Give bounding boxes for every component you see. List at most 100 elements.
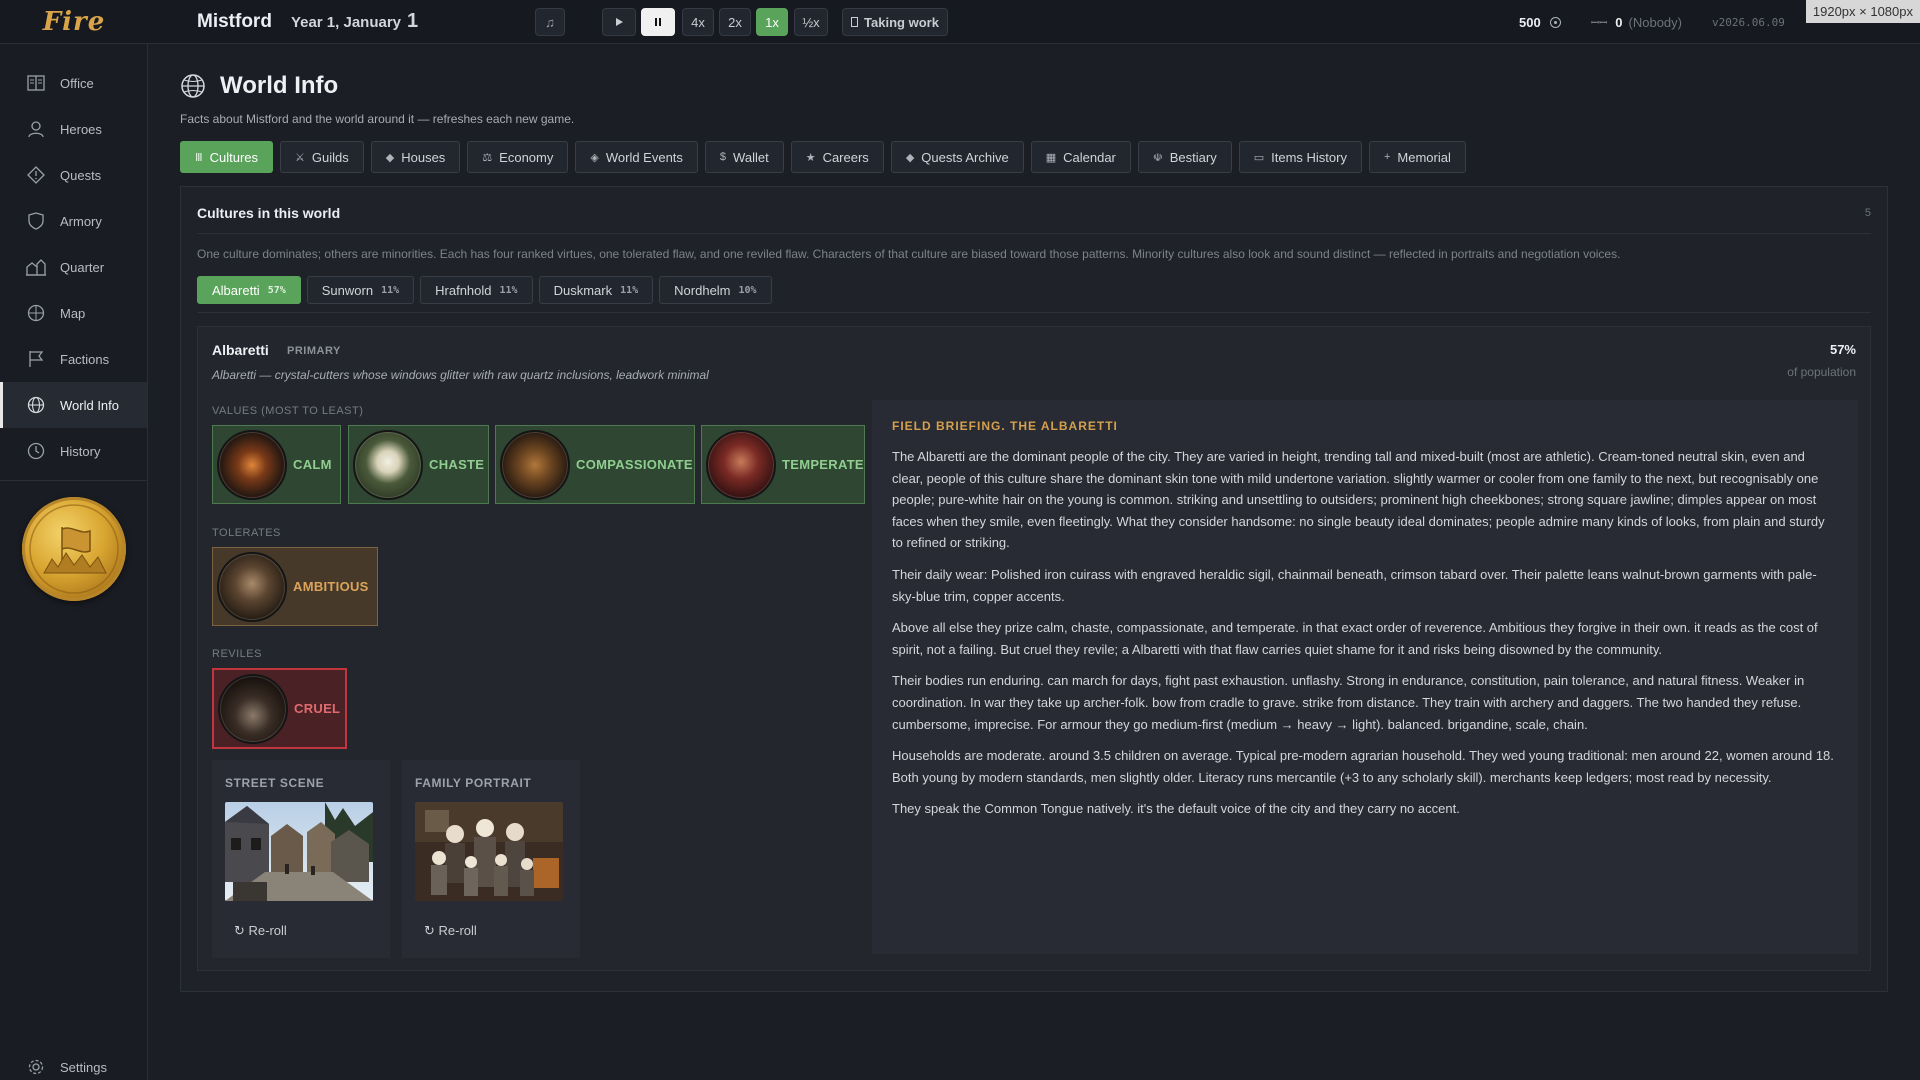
culture-count: 5 (1864, 207, 1871, 219)
compass-icon (26, 303, 46, 323)
sidebar-item-label: Map (60, 305, 86, 321)
group-icon: ꟷꟷ (1591, 18, 1608, 29)
tab-economy[interactable]: ⚖ Economy (467, 141, 569, 173)
tab-bestiary[interactable]: ☫ Bestiary (1137, 141, 1232, 173)
shield-icon (26, 211, 46, 231)
top-bar: Fire Mistford Year 1, January 1 ♫ 4x 2x 1… (0, 0, 1920, 44)
tab-careers[interactable]: ★ Careers (790, 141, 884, 173)
family-portrait-reroll-button[interactable]: ↻ Re-roll (424, 923, 477, 939)
briefing-paragraph: The Albaretti are the dominant people of… (892, 449, 1825, 551)
columns-icon: Ⅲ (195, 151, 203, 164)
cultures-panel: Cultures in this world 5 One culture dom… (180, 186, 1888, 992)
tab-guilds[interactable]: ⚔ Guilds (280, 141, 364, 173)
pause-button[interactable] (641, 8, 675, 36)
candle-icon (217, 429, 287, 500)
sidebar-item-label: Quests (60, 167, 102, 183)
flag-icon (26, 349, 46, 369)
divider (197, 233, 1871, 234)
tab-quests-archive[interactable]: ◆ Quests Archive (890, 141, 1024, 173)
clock-icon (26, 441, 46, 461)
sidebar-item-label: Heroes (60, 121, 102, 137)
sidebar-item-map[interactable]: Map (0, 290, 147, 336)
street-scene-reroll-button[interactable]: ↻ Re-roll (234, 923, 287, 939)
culture-chip-nordhelm[interactable]: Nordhelm 10% (659, 276, 772, 304)
door-icon (851, 17, 859, 27)
sidebar-item-factions[interactable]: Factions (0, 336, 147, 382)
speed-1x-button[interactable]: 1x (756, 8, 788, 36)
tab-calendar[interactable]: ▦ Calendar (1030, 141, 1131, 173)
sidebar-item-history[interactable]: History (0, 428, 147, 474)
street-scene-label: STREET SCENE (225, 776, 325, 790)
culture-selector: Albaretti 57% Sunworn 11% Hrafnhold 11% Dus… (197, 276, 778, 304)
culture-chip-hrafnhold[interactable]: Hrafnhold 11% (420, 276, 533, 304)
dollar-icon: $ (719, 151, 727, 163)
music-button[interactable]: ♫ (535, 8, 565, 36)
world-info-tabs: Ⅲ Cultures ⚔ Guilds ◆ Houses ⚖ Economy ◈ Worl… (180, 141, 1473, 173)
play-icon (616, 18, 623, 26)
family-portrait-card: FAMILY PORTRAIT ↻ Re-roll (402, 760, 580, 958)
tab-houses[interactable]: ◆ Houses (370, 141, 461, 173)
briefing-title: FIELD BRIEFING. THE ALBARETTI (892, 419, 1118, 433)
tab-memorial[interactable]: + Memorial (1368, 141, 1466, 173)
item-icon: ▭ (1253, 151, 1265, 164)
speed-4x-button[interactable]: 4x (682, 8, 714, 36)
culture-tagline: Albaretti — crystal-cutters whose window… (212, 368, 709, 382)
beast-icon: ☫ (1152, 151, 1163, 164)
reviles-label: REVILES (212, 648, 262, 660)
diamond-icon (26, 165, 46, 185)
sidebar-item-armory[interactable]: Armory (0, 198, 147, 244)
culture-chip-albaretti[interactable]: Albaretti 57% (197, 276, 301, 304)
work-status-button[interactable]: Taking work (842, 8, 948, 36)
values-label: VALUES (MOST TO LEAST) (212, 405, 364, 417)
value-trait-calm[interactable]: CALM (212, 425, 341, 504)
value-trait-chaste[interactable]: CHASTE (348, 425, 489, 504)
dimensions-badge: 1920px × 1080px (1805, 0, 1920, 23)
street-scene-image[interactable] (225, 802, 373, 901)
briefing-paragraph: Their daily wear: Polished iron cuirass … (892, 566, 1817, 604)
gear-icon (26, 1057, 46, 1077)
divider (197, 312, 1871, 313)
sidebar-item-heroes[interactable]: Heroes (0, 106, 147, 152)
page-title: World Info (220, 72, 339, 99)
diamond-icon: ◆ (385, 151, 395, 164)
star-icon: ★ (805, 151, 816, 164)
family-portrait-label: FAMILY PORTRAIT (415, 776, 532, 790)
sidebar-item-label: Armory (60, 213, 102, 229)
sidebar-item-world-info[interactable]: World Info (0, 382, 147, 428)
sidebar-divider (0, 480, 147, 481)
music-note-icon: ♫ (545, 14, 555, 30)
globe-icon (181, 74, 205, 98)
culture-chip-sunworn[interactable]: Sunworn 11% (306, 276, 415, 304)
realm-coin-emblem (22, 497, 126, 601)
sidebar-item-quarter[interactable]: Quarter (0, 244, 147, 290)
scales-icon: ⚖ (482, 151, 493, 164)
cross-icon: + (1383, 151, 1391, 163)
sidebar-item-settings[interactable]: Settings (0, 1044, 148, 1080)
briefing-paragraph: Above all else they prize calm, chaste, … (892, 620, 1818, 657)
page-header: World Info (180, 72, 338, 100)
culture-chip-duskmark[interactable]: Duskmark 11% (538, 276, 654, 304)
reviled-trait-cruel[interactable]: CRUEL (212, 668, 347, 749)
tab-cultures[interactable]: Ⅲ Cultures (180, 141, 274, 173)
tab-world-events[interactable]: ◈ World Events (575, 141, 698, 173)
version-label: v2026.06.09 (1712, 15, 1785, 29)
sidebar-item-quests[interactable]: Quests (0, 152, 147, 198)
value-trait-compassionate[interactable]: COMPASSIONATE (495, 425, 695, 504)
primary-badge: PRIMARY (287, 345, 341, 357)
family-portrait-image[interactable] (415, 802, 563, 901)
speed-half-button[interactable]: ½x (794, 8, 828, 36)
globe-icon (26, 395, 46, 415)
value-trait-temperate[interactable]: TEMPERATE (701, 425, 865, 504)
buildings-icon (26, 257, 46, 277)
play-button[interactable] (602, 8, 636, 36)
crest-icon (217, 551, 287, 622)
tolerated-trait-ambitious[interactable]: AMBITIOUS (212, 547, 378, 626)
office-icon (26, 73, 46, 93)
speed-2x-button[interactable]: 2x (719, 8, 751, 36)
goblet-icon (706, 429, 776, 500)
person-icon (26, 119, 46, 139)
followers-display: ꟷꟷ 0 (Nobody) (1591, 14, 1682, 30)
tab-items-history[interactable]: ▭ Items History (1238, 141, 1362, 173)
tab-wallet[interactable]: $ Wallet (704, 141, 784, 173)
sidebar-item-office[interactable]: Office (0, 60, 147, 106)
